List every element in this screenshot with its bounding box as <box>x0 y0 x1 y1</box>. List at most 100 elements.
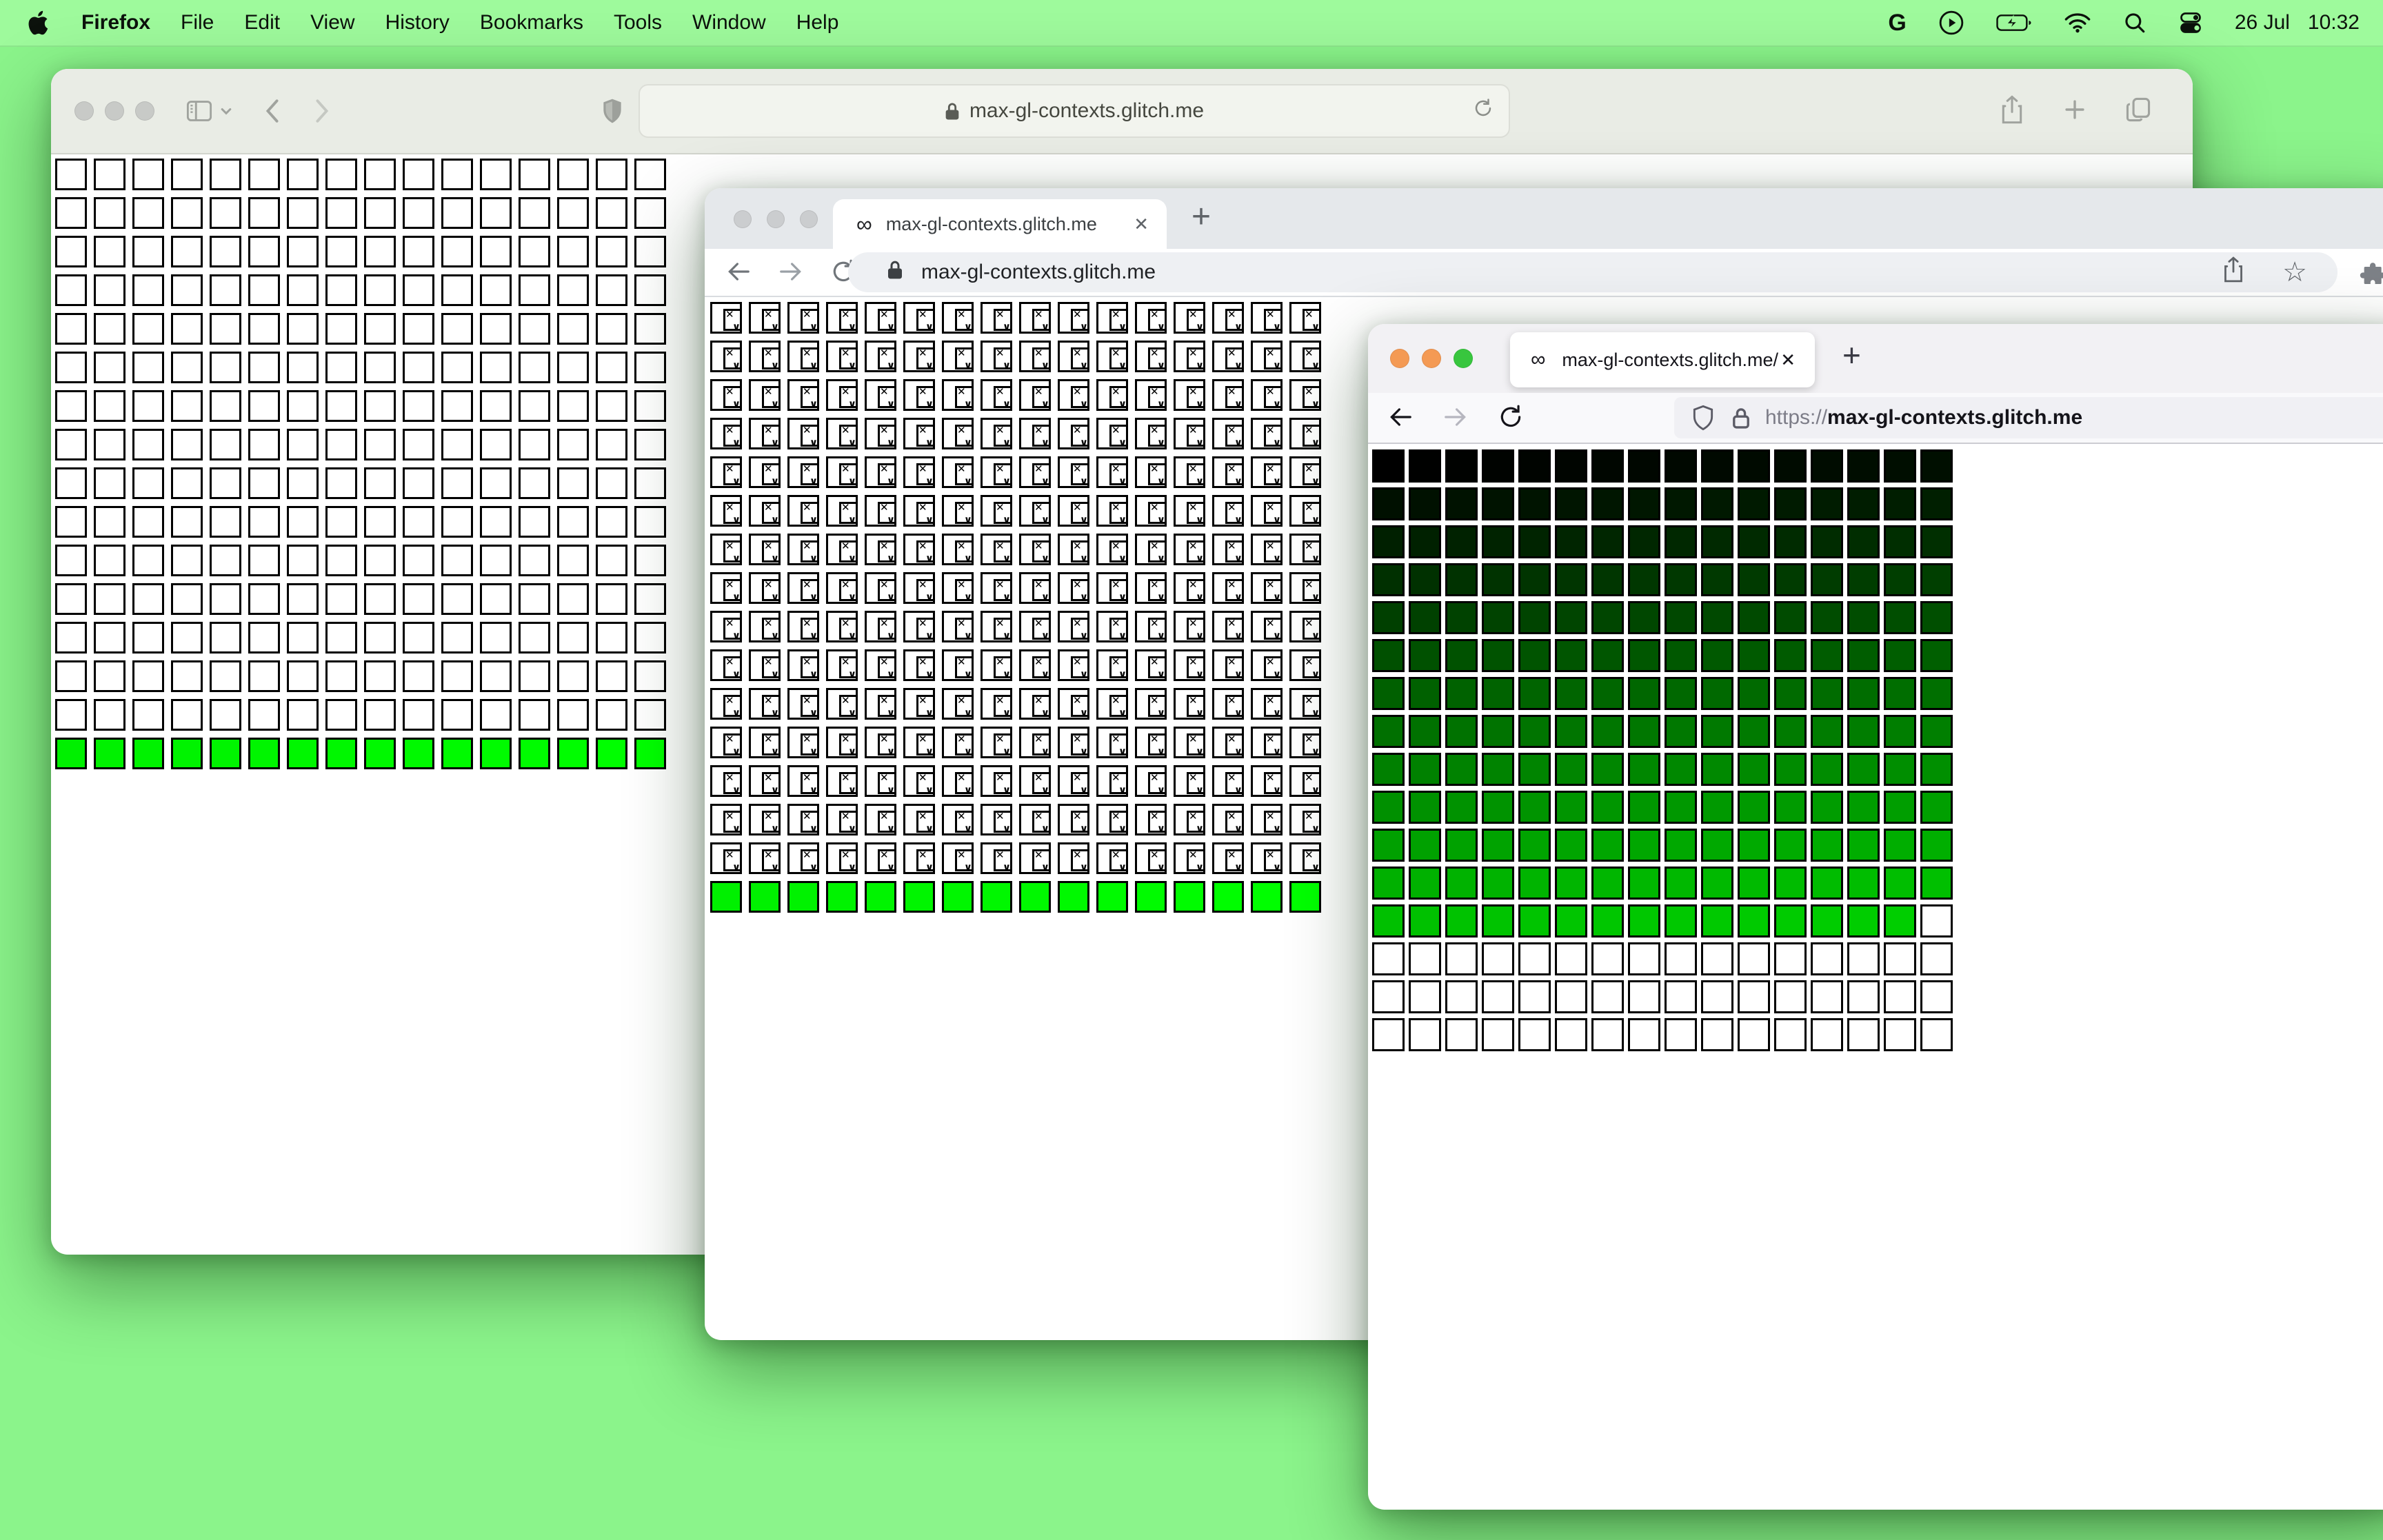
menu-item[interactable]: Bookmarks <box>480 11 583 34</box>
share-button[interactable] <box>2000 94 2024 128</box>
broken-image-icon: ✕ ∨ <box>1109 309 1128 333</box>
reload-button[interactable] <box>1473 98 1494 124</box>
battery-charging-icon[interactable] <box>1996 11 2032 34</box>
broken-image-icon: ✕ ∨ <box>1264 695 1283 719</box>
extensions-puzzle-icon[interactable] <box>2360 260 2383 291</box>
minimize-window-button[interactable] <box>1422 349 1441 368</box>
tab-title: max-gl-contexts.glitch.me <box>885 213 1097 234</box>
broken-image-cell <box>942 881 974 913</box>
gl-canvas-cell-gradient <box>1409 1018 1441 1051</box>
gl-canvas-cell-gradient <box>1628 525 1660 558</box>
reload-button[interactable] <box>1498 404 1524 434</box>
apple-menu[interactable] <box>28 9 51 37</box>
gl-canvas-cell-gradient <box>1445 753 1478 786</box>
gl-canvas-cell-gradient <box>1628 791 1660 824</box>
back-button[interactable] <box>1387 404 1414 434</box>
minimize-window-button[interactable] <box>105 101 124 121</box>
bookmark-star-icon[interactable]: ☆ <box>2282 259 2307 286</box>
share-button[interactable] <box>2222 256 2245 289</box>
gl-canvas-cell-gradient <box>1774 563 1807 596</box>
new-tab-button[interactable]: + <box>1192 198 1211 236</box>
broken-image-cell: ✕ ∨ <box>710 495 742 527</box>
sidebar-toggle-button[interactable] <box>186 100 212 122</box>
forward-button[interactable] <box>1442 404 1469 434</box>
address-bar[interactable]: max-gl-contexts.glitch.me ☆ <box>848 252 2337 292</box>
menu-item[interactable]: Edit <box>244 11 280 34</box>
back-button[interactable] <box>725 259 752 288</box>
gl-canvas-cell-white <box>171 506 203 538</box>
gl-canvas-cell-white <box>55 738 87 769</box>
menu-item[interactable]: Tools <box>614 11 662 34</box>
menu-item[interactable]: Window <box>692 11 766 34</box>
address-bar[interactable]: max-gl-contexts.glitch.me <box>639 84 1510 138</box>
google-g-icon[interactable]: G <box>1888 10 1906 37</box>
close-window-button[interactable] <box>1390 349 1409 368</box>
gl-canvas-cell-white <box>325 660 357 692</box>
broken-image-icon: ✕ ∨ <box>1071 733 1089 758</box>
url-text: max-gl-contexts.glitch.me <box>969 99 1205 122</box>
gl-canvas-cell-white <box>325 738 357 769</box>
menu-item[interactable]: Help <box>796 11 839 34</box>
broken-image-cell <box>903 881 935 913</box>
broken-image-cell: ✕ ∨ <box>1096 765 1128 797</box>
broken-image-cell: ✕ ∨ <box>787 727 819 758</box>
privacy-shield-icon[interactable] <box>601 98 623 124</box>
lock-icon[interactable] <box>1732 406 1750 429</box>
gl-canvas-cell-gradient <box>1518 980 1551 1013</box>
gl-canvas-cell-gradient <box>1591 449 1624 483</box>
wifi-icon[interactable] <box>2064 12 2091 34</box>
broken-image-cell: ✕ ∨ <box>1096 302 1128 334</box>
play-circle-icon[interactable] <box>1938 10 1964 36</box>
gl-canvas-cell-white <box>441 352 473 383</box>
back-button[interactable] <box>263 99 281 123</box>
gl-canvas-cell-gradient <box>1445 563 1478 596</box>
gl-canvas-cell-gradient <box>1591 525 1624 558</box>
spotlight-search-icon[interactable] <box>2123 11 2146 34</box>
menu-item[interactable]: View <box>310 11 354 34</box>
broken-image-icon: ✕ ∨ <box>1187 309 1205 333</box>
forward-button[interactable] <box>313 99 331 123</box>
broken-image-icon: ✕ ∨ <box>1187 579 1205 603</box>
app-menu-firefox[interactable]: Firefox <box>81 11 150 34</box>
close-tab-button[interactable]: ✕ <box>1780 349 1796 371</box>
broken-image-cell: ✕ ∨ <box>826 534 858 565</box>
gl-canvas-cell-white <box>364 506 396 538</box>
gl-canvas-cell-gradient <box>1482 449 1514 483</box>
minimize-window-button[interactable] <box>767 210 785 228</box>
broken-image-icon: ✕ ∨ <box>1109 463 1128 487</box>
control-center-icon[interactable] <box>2178 10 2203 35</box>
broken-image-cell: ✕ ∨ <box>942 727 974 758</box>
tracking-shield-icon[interactable] <box>1692 405 1714 431</box>
close-window-button[interactable] <box>74 101 94 121</box>
tab-overview-button[interactable] <box>2125 97 2151 126</box>
gl-canvas-cell-white <box>596 352 627 383</box>
browser-tab[interactable]: ∞ max-gl-contexts.glitch.me/ ✕ <box>1510 332 1815 387</box>
gl-canvas-cell-gradient <box>1920 942 1953 975</box>
menu-item[interactable]: History <box>385 11 450 34</box>
menu-clock[interactable]: 26 Jul 10:32 <box>2235 11 2360 34</box>
gl-canvas-cell-gradient <box>1409 867 1441 900</box>
close-window-button[interactable] <box>734 210 752 228</box>
gl-canvas-cell-gradient <box>1518 525 1551 558</box>
broken-image-cell: ✕ ∨ <box>1019 804 1051 835</box>
gl-canvas-cell-gradient <box>1738 677 1770 710</box>
gl-canvas-cell-white <box>210 738 241 769</box>
zoom-window-button[interactable] <box>800 210 818 228</box>
close-tab-button[interactable]: ✕ <box>1134 214 1149 235</box>
new-tab-button[interactable]: + <box>1842 336 1861 374</box>
gl-canvas-cell-gradient <box>1518 904 1551 938</box>
zoom-window-button[interactable] <box>1454 349 1473 368</box>
chevron-down-icon[interactable] <box>219 104 233 118</box>
broken-image-icon: ✕ ∨ <box>801 309 819 333</box>
broken-image-cell: ✕ ∨ <box>903 727 935 758</box>
broken-image-icon: ✕ ∨ <box>1032 425 1051 449</box>
browser-tab[interactable]: ∞ max-gl-contexts.glitch.me ✕ <box>833 199 1167 249</box>
gl-canvas-cell-white <box>441 236 473 267</box>
zoom-window-button[interactable] <box>135 101 154 121</box>
address-bar[interactable]: https://max-gl-contexts.glitch.me <box>1674 397 2383 438</box>
gl-canvas-cell-white <box>364 699 396 731</box>
menu-item[interactable]: File <box>181 11 214 34</box>
new-tab-button[interactable] <box>2063 98 2087 125</box>
forward-button[interactable] <box>778 259 804 288</box>
gl-canvas-cell-white <box>248 583 280 615</box>
